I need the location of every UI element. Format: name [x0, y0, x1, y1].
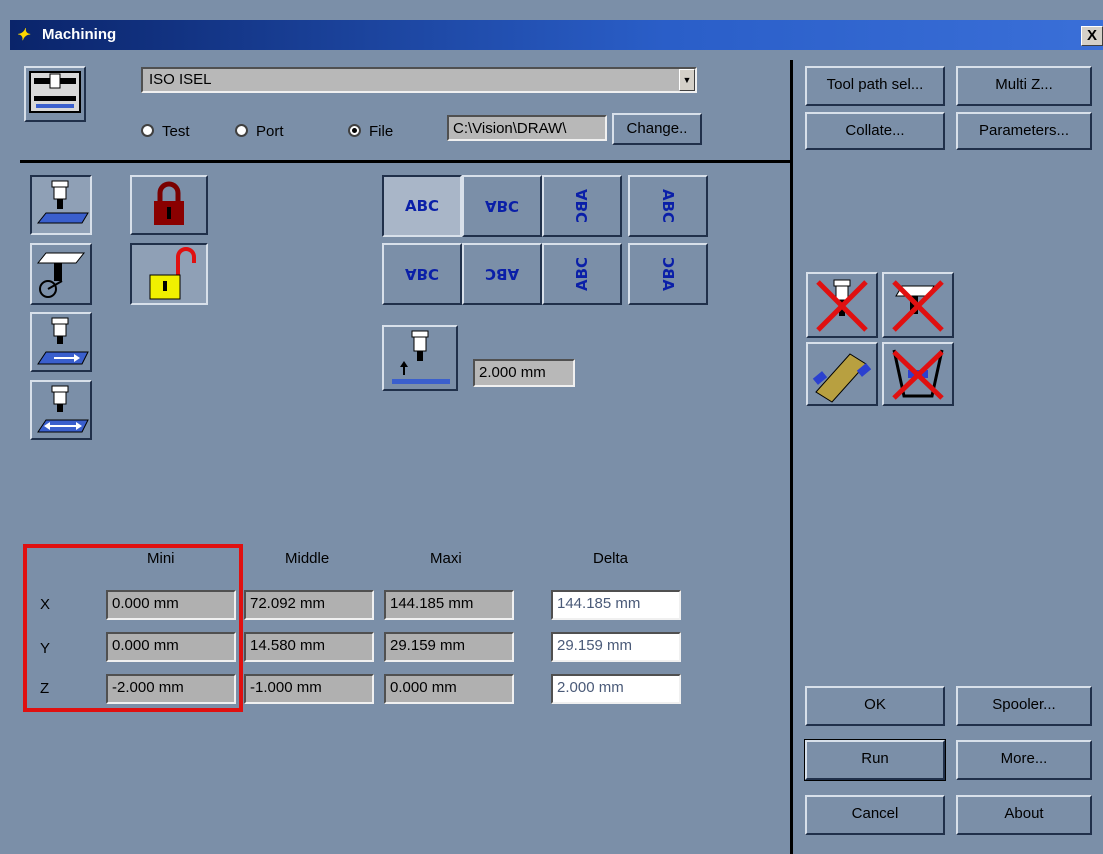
- run-label: Run: [861, 750, 889, 767]
- cutter-disabled-button[interactable]: [806, 272, 878, 338]
- run-button[interactable]: Run: [804, 739, 946, 781]
- text-orientation-rot-ccw-mirror[interactable]: ABC: [628, 243, 708, 305]
- lathe-tool-button[interactable]: [30, 243, 92, 305]
- app-icon: ✦: [16, 27, 30, 44]
- clamp-crossed-icon: [892, 349, 944, 400]
- ok-button[interactable]: OK: [805, 686, 945, 726]
- about-button[interactable]: About: [956, 795, 1092, 835]
- spindle-disabled-button[interactable]: [882, 272, 954, 338]
- z-middle-field: -1.000 mm: [244, 674, 374, 704]
- lock-button[interactable]: [130, 175, 208, 235]
- lock-open-icon: [149, 247, 196, 300]
- x-delta-field: 144.185 mm: [551, 590, 681, 620]
- parameters-button[interactable]: Parameters...: [956, 112, 1092, 150]
- divider-horizontal: [20, 160, 790, 163]
- machine-select-value: ISO ISEL: [149, 71, 212, 88]
- multi-z-label: Multi Z...: [995, 76, 1053, 93]
- radio-test[interactable]: Test: [141, 123, 190, 140]
- text-orientation-rot-ccw[interactable]: ABC: [542, 243, 622, 305]
- cutter-move-right-icon: [37, 317, 89, 365]
- lock-closed-icon: [154, 181, 184, 225]
- depth-field[interactable]: 2.000 mm: [473, 359, 575, 387]
- abc-label: ABC: [573, 256, 591, 292]
- chevron-down-icon[interactable]: ▼: [679, 69, 695, 91]
- material-button[interactable]: [806, 342, 878, 406]
- clamp-disabled-button[interactable]: [882, 342, 954, 406]
- change-button-label: Change..: [626, 120, 688, 137]
- tool-path-sel-button[interactable]: Tool path sel...: [805, 66, 945, 106]
- ok-label: OK: [864, 696, 886, 713]
- radio-file-dot[interactable]: [348, 124, 361, 137]
- text-orientation-rot-cw[interactable]: ABC: [628, 175, 708, 237]
- abc-label: ABC: [573, 188, 591, 224]
- abc-label: ABC: [404, 197, 440, 215]
- engrave-tool-button[interactable]: [30, 175, 92, 235]
- spooler-button[interactable]: Spooler...: [956, 686, 1092, 726]
- unlock-button[interactable]: [130, 243, 208, 305]
- machine-select[interactable]: ISO ISEL ▼: [141, 67, 697, 93]
- abc-label: ABC: [404, 265, 440, 283]
- cut-horizontal-button[interactable]: [30, 312, 92, 372]
- x-middle-field: 72.092 mm: [244, 590, 374, 620]
- title-bar: ✦ Machining X: [10, 20, 1103, 50]
- spindle-crossed-icon: [892, 280, 944, 332]
- cutter-move-both-icon: [37, 385, 89, 433]
- divider-vertical: [790, 60, 793, 854]
- close-button[interactable]: X: [1081, 26, 1103, 46]
- depth-button[interactable]: [382, 325, 458, 391]
- text-orientation-flip-vertical[interactable]: ABC: [382, 243, 462, 305]
- y-delta-field: 29.159 mm: [551, 632, 681, 662]
- radio-test-dot[interactable]: [141, 124, 154, 137]
- text-orientation-rot-cw-mirror[interactable]: ABC: [542, 175, 622, 237]
- highlight-box: [23, 544, 243, 712]
- abc-label: ABC: [659, 256, 677, 292]
- lathe-icon: [36, 252, 86, 298]
- text-orientation-upside-mirror[interactable]: ABC: [462, 175, 542, 237]
- text-orientation-normal[interactable]: ABC: [382, 175, 462, 237]
- text-orientation-rotate-180[interactable]: ABC: [462, 243, 542, 305]
- more-label: More...: [1000, 750, 1048, 767]
- z-delta-field: 2.000 mm: [551, 674, 681, 704]
- window-title: Machining: [42, 26, 117, 43]
- radio-port[interactable]: Port: [235, 123, 284, 140]
- about-label: About: [1004, 805, 1044, 822]
- x-maxi-field: 144.185 mm: [384, 590, 514, 620]
- collate-label: Collate...: [845, 122, 905, 139]
- dialog-body: ISO ISEL ▼ Test Port File C:\Vision\DRAW…: [10, 50, 1103, 854]
- tool-path-sel-label: Tool path sel...: [826, 76, 924, 93]
- file-path-field[interactable]: C:\Vision\DRAW\: [447, 115, 607, 141]
- radio-port-label: Port: [256, 123, 284, 140]
- more-button[interactable]: More...: [956, 740, 1092, 780]
- header-maxi: Maxi: [430, 550, 462, 567]
- machine-icon: [24, 66, 86, 122]
- z-maxi-field: 0.000 mm: [384, 674, 514, 704]
- cut-both-directions-button[interactable]: [30, 380, 92, 440]
- y-maxi-field: 29.159 mm: [384, 632, 514, 662]
- header-delta: Delta: [593, 550, 629, 567]
- radio-file-label: File: [369, 123, 394, 140]
- cancel-label: Cancel: [851, 805, 899, 822]
- abc-label: ABC: [484, 197, 520, 215]
- material-block-icon: [812, 353, 872, 403]
- radio-port-dot[interactable]: [235, 124, 248, 137]
- cutter-depth-icon: [392, 330, 450, 384]
- collate-button[interactable]: Collate...: [805, 112, 945, 150]
- cutter-crossed-icon: [816, 279, 868, 332]
- header-middle: Middle: [285, 550, 330, 567]
- change-button[interactable]: Change..: [612, 113, 702, 145]
- abc-label: ABC: [484, 265, 520, 283]
- multi-z-button[interactable]: Multi Z...: [956, 66, 1092, 106]
- radio-file[interactable]: File: [348, 123, 393, 140]
- abc-label: ABC: [659, 188, 677, 224]
- cutter-plate-icon: [36, 180, 89, 224]
- parameters-label: Parameters...: [978, 122, 1070, 139]
- radio-test-label: Test: [162, 123, 190, 140]
- cancel-button[interactable]: Cancel: [805, 795, 945, 835]
- spooler-label: Spooler...: [992, 696, 1056, 713]
- y-middle-field: 14.580 mm: [244, 632, 374, 662]
